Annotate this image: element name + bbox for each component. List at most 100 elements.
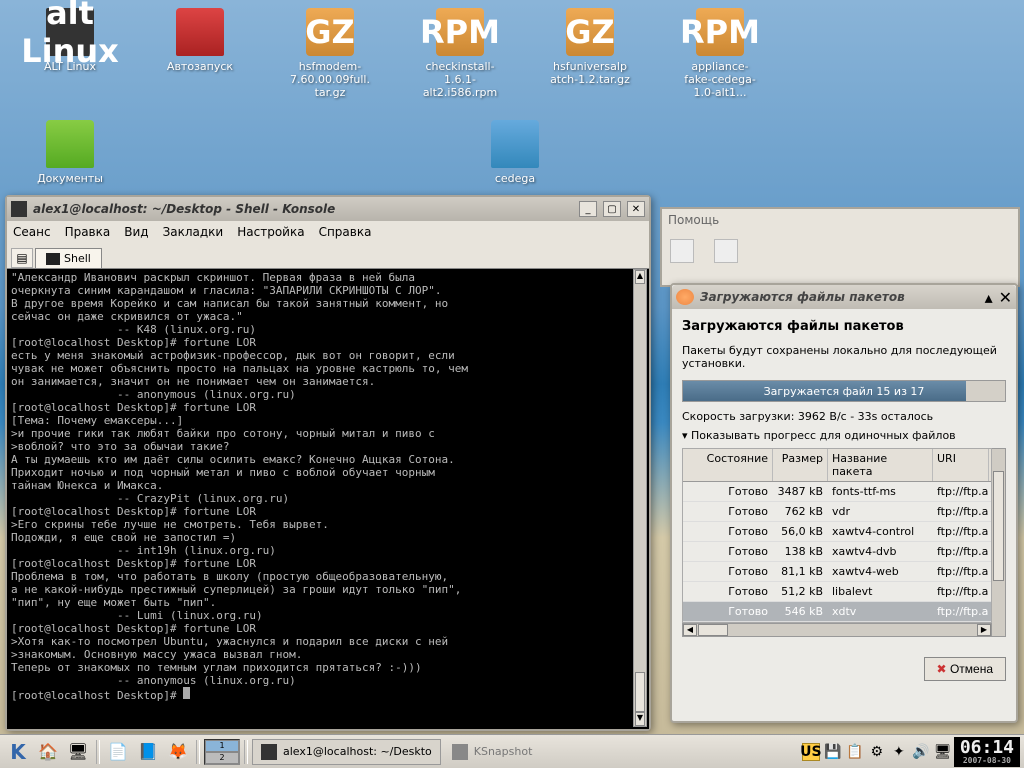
column-header[interactable]: URI: [933, 449, 989, 481]
konsole-titlebar[interactable]: alex1@localhost: ~/Desktop - Shell - Kon…: [7, 197, 649, 221]
desktop-icon[interactable]: Автозапуск: [160, 8, 240, 100]
tray-icon[interactable]: ⚙: [868, 743, 886, 761]
folder-red-icon: [176, 8, 224, 56]
pager-1[interactable]: 1: [205, 740, 239, 752]
menu-item[interactable]: Вид: [124, 225, 148, 239]
tray-icon[interactable]: 💾: [824, 743, 842, 761]
task-konsole[interactable]: alex1@localhost: ~/Deskto: [252, 739, 441, 765]
desktop-icon[interactable]: GZ hsfuniversalpatch-1.2.tar.gz: [550, 8, 630, 100]
cell: Готово: [683, 562, 773, 581]
office-button[interactable]: 📄: [104, 738, 132, 766]
cancel-button[interactable]: Отмена: [924, 657, 1006, 681]
cell: ftp://ftp.a: [933, 502, 989, 521]
toolbar-icon[interactable]: [714, 239, 738, 263]
gz-icon: GZ: [566, 8, 614, 56]
cell: xawtv4-dvb: [828, 542, 933, 561]
column-header[interactable]: Название пакета: [828, 449, 933, 481]
office2-button[interactable]: 📘: [134, 738, 162, 766]
desktop-icon[interactable]: RPMappliance-fake-cedega-1.0-alt1...: [680, 8, 760, 100]
desktop-button[interactable]: 🖥: [64, 738, 92, 766]
package-icon: [676, 289, 694, 305]
desktop-icon[interactable]: RPMcheckinstall-1.6.1-alt2.i586.rpm: [420, 8, 500, 100]
scroll-left-button[interactable]: ◀: [683, 624, 697, 636]
gz-icon: GZ: [306, 8, 354, 56]
hscroll-thumb[interactable]: [698, 624, 728, 636]
cursor: [183, 687, 190, 699]
menu-item[interactable]: Сеанс: [13, 225, 51, 239]
icon-label: hsfuniversalpatch-1.2.tar.gz: [550, 60, 630, 86]
table-row[interactable]: Готово762 kBvdrftp://ftp.a: [683, 502, 991, 522]
desktop-icon[interactable]: alt LinuxALT Linux: [30, 8, 110, 100]
window-title: alex1@localhost: ~/Desktop - Shell - Kon…: [33, 202, 573, 216]
desktop-icon[interactable]: GZhsfmodem-7.60.00.09full.tar.gz: [290, 8, 370, 100]
new-tab-button[interactable]: ▤: [11, 248, 33, 268]
cell: Готово: [683, 602, 773, 621]
synaptic-menubar: Помощь: [662, 209, 1018, 231]
dialog-heading: Загружаются файлы пакетов: [682, 319, 1006, 334]
icon-label: hsfmodem-7.60.00.09full.tar.gz: [290, 60, 370, 100]
cell: 546 kB: [773, 602, 828, 621]
alt-icon: alt Linux: [46, 8, 94, 56]
table-row[interactable]: Готово546 kBxdtvftp://ftp.a: [683, 602, 991, 622]
shade-button[interactable]: ▴: [985, 288, 993, 307]
terminal-scrollbar[interactable]: ▲ ▼: [633, 269, 647, 727]
tray-icon[interactable]: 📋: [846, 743, 864, 761]
table-row[interactable]: Готово138 kBxawtv4-dvbftp://ftp.a: [683, 542, 991, 562]
cell: ftp://ftp.a: [933, 602, 989, 621]
dialog-close-button[interactable]: ✕: [999, 288, 1012, 307]
desktop-icons-row-2: Документы cedega: [30, 120, 555, 185]
maximize-button[interactable]: ▢: [603, 201, 621, 217]
column-header[interactable]: Состояние: [683, 449, 773, 481]
desktop-icon[interactable]: cedega: [475, 120, 555, 185]
horizontal-scrollbar[interactable]: ◀ ▶: [682, 623, 992, 637]
toolbar-icon[interactable]: [670, 239, 694, 263]
keyboard-layout[interactable]: US: [802, 743, 820, 761]
taskbar: K 🏠 🖥 📄 📘 🦊 1 2 alex1@localhost: ~/Deskt…: [0, 734, 1024, 768]
cell: xawtv4-control: [828, 522, 933, 541]
firefox-button[interactable]: 🦊: [164, 738, 192, 766]
cell: ftp://ftp.a: [933, 522, 989, 541]
desktop-pager[interactable]: 1 2: [204, 739, 240, 765]
table-row[interactable]: Готово81,1 kBxawtv4-webftp://ftp.a: [683, 562, 991, 582]
cell: xawtv4-web: [828, 562, 933, 581]
menu-item[interactable]: Правка: [65, 225, 111, 239]
menu-item[interactable]: Закладки: [163, 225, 224, 239]
cell: Готово: [683, 522, 773, 541]
table-row[interactable]: Готово51,2 kBlibalevtftp://ftp.a: [683, 582, 991, 602]
table-header[interactable]: СостояниеРазмерНазвание пакетаURI: [683, 449, 991, 482]
tray-icon[interactable]: ✦: [890, 743, 908, 761]
table-row[interactable]: Готово56,0 kBxawtv4-controlftp://ftp.a: [683, 522, 991, 542]
vscroll-thumb[interactable]: [993, 471, 1004, 581]
tray-icon[interactable]: 🖥: [934, 743, 952, 761]
task-ksnapshot[interactable]: KSnapshot: [443, 739, 543, 765]
close-button[interactable]: ✕: [627, 201, 645, 217]
scroll-right-button[interactable]: ▶: [977, 624, 991, 636]
table-vscrollbar[interactable]: [992, 448, 1006, 637]
clock[interactable]: 06:14 2007-08-30: [954, 737, 1020, 767]
menu-help[interactable]: Помощь: [668, 213, 719, 227]
menu-item[interactable]: Справка: [319, 225, 372, 239]
cell: Готово: [683, 502, 773, 521]
desktop-icon[interactable]: Документы: [30, 120, 110, 185]
synaptic-toolbar: [662, 231, 1018, 271]
expander-toggle[interactable]: Показывать прогресс для одиночных файлов: [682, 429, 1006, 442]
kmenu-button[interactable]: K: [4, 738, 32, 766]
table-row[interactable]: Готово3487 kBfonts-ttf-msftp://ftp.a: [683, 482, 991, 502]
scroll-down-button[interactable]: ▼: [635, 712, 645, 726]
column-header[interactable]: Размер: [773, 449, 828, 481]
speed-label: Скорость загрузки: 3962 В/с - 33s остало…: [682, 410, 1006, 423]
dialog-titlebar[interactable]: Загружаются файлы пакетов ▴ ✕: [672, 285, 1016, 309]
tray-icon[interactable]: 🔊: [912, 743, 930, 761]
menu-item[interactable]: Настройка: [237, 225, 304, 239]
tab-shell[interactable]: Shell: [35, 248, 102, 268]
minimize-button[interactable]: _: [579, 201, 597, 217]
terminal-output[interactable]: "Александр Иванович раскрыл скриншот. Пе…: [7, 269, 649, 729]
pager-2[interactable]: 2: [205, 752, 239, 764]
cell: ftp://ftp.a: [933, 542, 989, 561]
cell: ftp://ftp.a: [933, 582, 989, 601]
scroll-up-button[interactable]: ▲: [635, 270, 645, 284]
home-button[interactable]: 🏠: [34, 738, 62, 766]
konsole-menubar: Сеанс Правка Вид Закладки Настройка Справка: [7, 221, 649, 243]
scroll-thumb[interactable]: [635, 672, 645, 712]
cell: Готово: [683, 482, 773, 501]
